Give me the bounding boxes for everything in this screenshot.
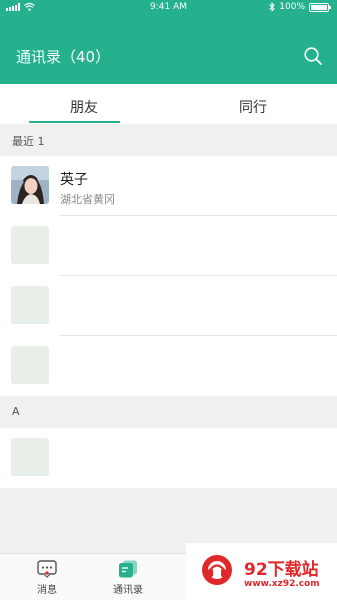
battery-percent: 100% bbox=[279, 2, 305, 12]
contact-name: 英子 bbox=[60, 172, 88, 188]
contact-row[interactable]: 英子 湖北省黄冈 bbox=[0, 156, 337, 216]
avatar bbox=[11, 166, 49, 204]
tab-peers[interactable]: 同行 bbox=[169, 97, 337, 117]
watermark-url: www.xz92.com bbox=[244, 579, 320, 589]
section-header-a: A bbox=[0, 396, 337, 428]
contact-tabs: 朋友 同行 bbox=[0, 84, 337, 124]
section-title: A bbox=[12, 405, 20, 418]
battery-icon bbox=[309, 2, 331, 12]
section-title: 最近 1 bbox=[12, 135, 45, 148]
contact-location: 湖北省黄冈 bbox=[60, 193, 115, 206]
page-title: 通讯录（40） bbox=[16, 48, 111, 66]
contacts-icon bbox=[118, 560, 138, 578]
search-icon[interactable] bbox=[303, 46, 323, 66]
avatar-placeholder bbox=[11, 286, 49, 324]
avatar-placeholder bbox=[11, 226, 49, 264]
tab-friends[interactable]: 朋友 bbox=[0, 97, 168, 117]
bluetooth-icon bbox=[269, 2, 275, 12]
tabbar-contacts[interactable]: 通讯录 bbox=[98, 560, 158, 596]
tabbar-label: 消息 bbox=[37, 585, 57, 596]
chat-icon bbox=[37, 560, 57, 578]
avatar-placeholder bbox=[11, 438, 49, 476]
app-header: 通讯录（40） bbox=[0, 16, 337, 84]
tabbar-label: 通讯录 bbox=[113, 585, 143, 596]
contact-row[interactable] bbox=[0, 336, 337, 396]
tabbar-messages[interactable]: 消息 bbox=[17, 560, 77, 596]
status-bar: 9:41 AM 100% bbox=[0, 0, 337, 16]
contact-row[interactable] bbox=[0, 428, 337, 488]
contact-row[interactable] bbox=[0, 276, 337, 336]
avatar-placeholder bbox=[11, 346, 49, 384]
active-tab-indicator bbox=[29, 121, 120, 123]
section-header-recent: 最近 1 bbox=[0, 124, 337, 156]
watermark-logo-icon bbox=[202, 555, 232, 585]
watermark: 92下载站 www.xz92.com bbox=[186, 543, 337, 600]
contact-row[interactable] bbox=[0, 216, 337, 276]
watermark-brand: 92下载站 bbox=[244, 560, 319, 580]
